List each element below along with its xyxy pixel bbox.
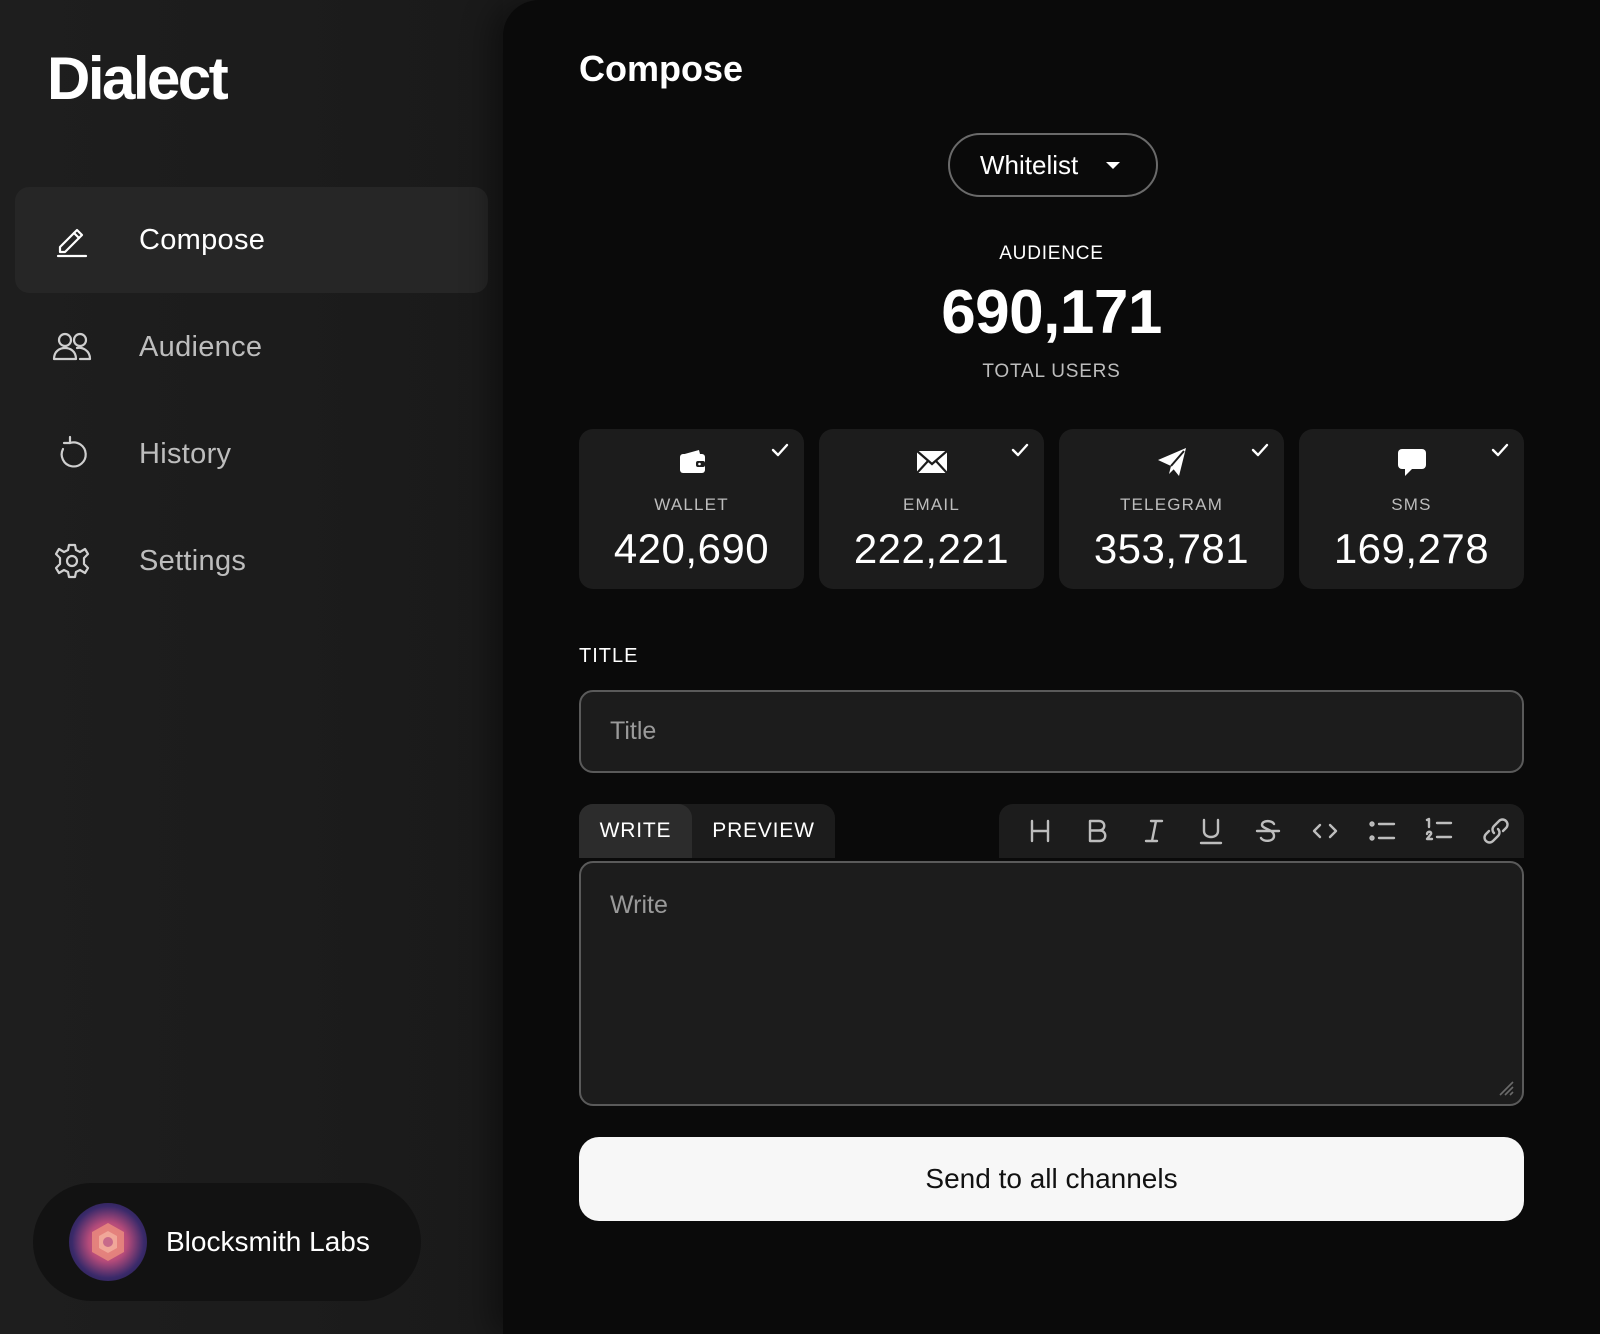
send-to-all-channels-button[interactable]: Send to all channels <box>579 1137 1524 1221</box>
link-icon[interactable] <box>1467 804 1524 858</box>
sidebar: Dialect Compose Audience History Setting… <box>0 0 503 1334</box>
channel-count: 169,278 <box>1333 525 1490 572</box>
formatting-toolbar <box>999 804 1524 858</box>
history-icon <box>47 429 97 479</box>
sidebar-item-compose[interactable]: Compose <box>15 187 488 293</box>
caret-down-icon <box>1106 162 1120 169</box>
channel-card-telegram[interactable]: TELEGRAM 353,781 <box>1059 429 1284 589</box>
title-field-label: TITLE <box>579 645 639 667</box>
pencil-icon <box>47 215 97 265</box>
channel-name: TELEGRAM <box>1119 495 1224 514</box>
channel-card-email[interactable]: EMAIL 222,221 <box>819 429 1044 589</box>
sidebar-nav: Compose Audience History Settings <box>15 187 488 615</box>
page-title: Compose <box>579 48 744 89</box>
message-editor <box>579 861 1524 1106</box>
audience-select-value: Whitelist <box>980 149 1079 180</box>
title-input[interactable] <box>579 690 1524 773</box>
resize-handle-icon[interactable] <box>1494 1076 1514 1096</box>
code-icon[interactable] <box>1296 804 1353 858</box>
audience-heading: AUDIENCE <box>999 243 1104 264</box>
sidebar-item-label: Settings <box>139 544 247 577</box>
editor-tabs: WRITE PREVIEW <box>579 804 835 858</box>
telegram-icon <box>1059 445 1284 479</box>
sidebar-item-label: History <box>139 437 232 470</box>
channel-count: 420,690 <box>613 525 770 572</box>
channel-name: SMS <box>1391 495 1432 514</box>
bold-icon[interactable] <box>1068 804 1125 858</box>
tab-write[interactable]: WRITE <box>579 804 692 858</box>
sidebar-item-audience[interactable]: Audience <box>15 294 488 400</box>
channel-card-sms[interactable]: SMS 169,278 <box>1299 429 1524 589</box>
envelope-icon <box>819 445 1044 479</box>
audience-total: 690,171 <box>941 278 1162 347</box>
chat-bubble-icon <box>1299 445 1524 479</box>
sidebar-item-settings[interactable]: Settings <box>15 508 488 614</box>
heading-icon[interactable] <box>1011 804 1068 858</box>
tab-preview[interactable]: PREVIEW <box>692 804 835 858</box>
italic-icon[interactable] <box>1125 804 1182 858</box>
gear-icon <box>47 536 97 586</box>
sidebar-item-label: Compose <box>139 223 266 256</box>
org-name: Blocksmith Labs <box>166 1226 370 1257</box>
bullet-list-icon[interactable] <box>1353 804 1410 858</box>
strikethrough-icon[interactable] <box>1239 804 1296 858</box>
sidebar-item-label: Audience <box>139 330 263 363</box>
channel-name: EMAIL <box>902 495 961 514</box>
underline-icon[interactable] <box>1182 804 1239 858</box>
app-logo[interactable]: Dialect <box>47 44 229 113</box>
org-avatar <box>69 1203 147 1281</box>
wallet-icon <box>579 445 804 479</box>
channel-count: 222,221 <box>853 525 1010 572</box>
channel-name: WALLET <box>654 495 729 514</box>
audience-subheading: TOTAL USERS <box>982 361 1121 382</box>
message-textarea[interactable] <box>581 863 1522 1104</box>
channel-card-wallet[interactable]: WALLET 420,690 <box>579 429 804 589</box>
org-switcher[interactable]: Blocksmith Labs <box>33 1183 421 1301</box>
sidebar-item-history[interactable]: History <box>15 401 488 507</box>
main-panel: Compose Whitelist AUDIENCE 690,171 TOTAL… <box>503 0 1600 1334</box>
users-icon <box>47 322 97 372</box>
channel-count: 353,781 <box>1093 525 1250 572</box>
audience-select[interactable]: Whitelist <box>948 133 1158 197</box>
numbered-list-icon[interactable] <box>1410 804 1467 858</box>
channel-cards: WALLET 420,690 EMAIL 222,221 TELEGRAM 35… <box>579 429 1524 589</box>
